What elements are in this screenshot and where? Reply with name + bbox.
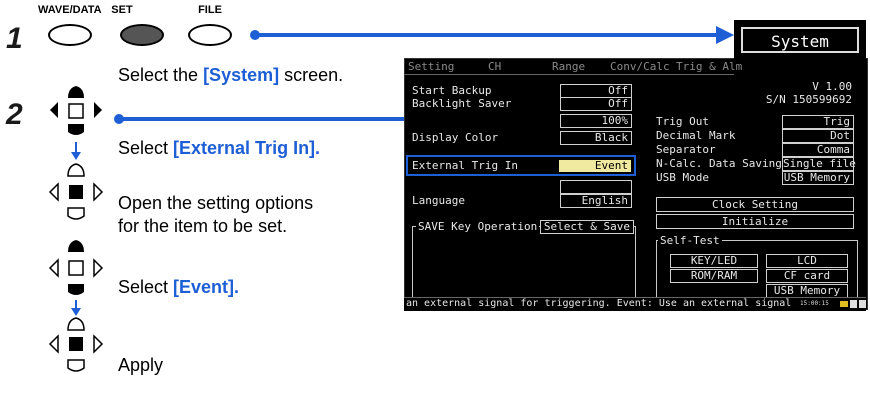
wave-data-key[interactable] bbox=[48, 24, 92, 46]
tab-conv-calc[interactable]: Conv/Calc bbox=[610, 60, 670, 73]
save-key-value[interactable]: Select & Save bbox=[540, 220, 634, 234]
system-highlight: [System] bbox=[203, 65, 280, 85]
status-time: 15:00:15 bbox=[800, 300, 829, 307]
dpad-icon-select-event bbox=[48, 240, 104, 295]
usb-icon bbox=[859, 300, 866, 308]
setting-value-language[interactable]: English bbox=[560, 194, 632, 208]
step-1-instruction-suffix: screen. bbox=[279, 65, 344, 85]
cf-card-icon bbox=[850, 300, 857, 308]
setting-value-display-color[interactable]: Black bbox=[560, 131, 632, 145]
step-1-instruction-prefix: Select the bbox=[118, 65, 204, 85]
system-label-box[interactable]: System bbox=[734, 20, 866, 60]
battery-icon bbox=[840, 301, 848, 307]
step-1-arrow-head bbox=[716, 26, 734, 44]
set-key-label: SET bbox=[111, 4, 133, 16]
step-2-arrow-start-dot bbox=[114, 114, 124, 124]
tab-ch[interactable]: CH bbox=[488, 60, 501, 73]
setting-label-start-backup: Start Backup bbox=[412, 84, 492, 97]
setting-label-separator: Separator bbox=[656, 143, 716, 156]
step-2-instruction-open-options-1: Open the setting options bbox=[118, 193, 314, 213]
external-trig-in-highlight: [External Trig In]. bbox=[173, 138, 321, 158]
self-test-label: Self-Test bbox=[658, 234, 722, 247]
self-test-cf-card-button[interactable]: CF card bbox=[766, 269, 848, 283]
step-1-number: 1 bbox=[6, 22, 23, 55]
setting-value-backlight-saver[interactable]: Off bbox=[560, 97, 632, 111]
dpad-icon-apply bbox=[48, 317, 104, 372]
setting-label-external-trig-in: External Trig In bbox=[412, 159, 518, 172]
initialize-button[interactable]: Initialize bbox=[656, 214, 854, 229]
tab-trig-alm[interactable]: Trig & Alm bbox=[676, 60, 742, 73]
file-key-label: FILE bbox=[198, 4, 222, 16]
setting-value-time-disp[interactable] bbox=[560, 180, 632, 194]
tab-range[interactable]: Range bbox=[552, 60, 585, 73]
instr-text: Select bbox=[118, 138, 174, 158]
status-bar: an external signal for triggering. Event… bbox=[404, 297, 866, 311]
file-key[interactable] bbox=[188, 24, 232, 46]
self-test-lcd-button[interactable]: LCD bbox=[766, 254, 848, 268]
setting-value-separator[interactable]: Comma bbox=[782, 143, 854, 157]
step-1-arrow-line bbox=[254, 33, 722, 37]
self-test-usb-memory-button[interactable]: USB Memory bbox=[766, 284, 848, 298]
system-label: System bbox=[771, 32, 829, 51]
status-text: an external signal for triggering. Event… bbox=[406, 298, 792, 309]
step-2-instruction-select-ext-trig: Select [External Trig In]. bbox=[118, 137, 320, 159]
step-2-instruction-apply: Apply bbox=[118, 355, 164, 375]
set-key[interactable] bbox=[120, 24, 164, 46]
tab-bar: Setting CH Range Conv/Calc Trig & Alm bbox=[404, 58, 742, 75]
arrow-down-icon bbox=[71, 300, 81, 316]
save-key-group bbox=[412, 226, 636, 298]
save-key-label: SAVE Key Operation bbox=[416, 220, 540, 233]
tab-setting[interactable]: Setting bbox=[408, 60, 454, 73]
setting-label-language: Language bbox=[412, 194, 465, 207]
step-1-instruction: Select the [System] screen. bbox=[118, 64, 343, 86]
arrow-down-icon bbox=[71, 142, 81, 160]
dpad-sequence-graphic bbox=[48, 86, 104, 372]
setting-value-start-backup[interactable]: Off bbox=[560, 84, 632, 98]
event-highlight: [Event]. bbox=[173, 277, 240, 297]
step-2-number: 2 bbox=[6, 98, 23, 131]
self-test-key-led-button[interactable]: KEY/LED bbox=[670, 254, 758, 268]
step-2-instruction-open-options-2: for the item to be set. bbox=[118, 216, 288, 236]
dpad-icon-open-options bbox=[48, 182, 104, 220]
self-test-rom-ram-button[interactable]: ROM/RAM bbox=[670, 269, 758, 283]
setting-label-decimal-mark: Decimal Mark bbox=[656, 129, 736, 142]
setting-label-backlight-saver: Backlight Saver bbox=[412, 97, 512, 110]
setting-label-trig-out: Trig Out bbox=[656, 115, 709, 128]
dpad-up-outline-icon bbox=[67, 163, 85, 177]
clock-setting-button[interactable]: Clock Setting bbox=[656, 197, 854, 212]
instr-text: Select bbox=[118, 277, 174, 297]
setting-value-external-trig-in[interactable]: Event bbox=[558, 159, 632, 173]
setting-value-brightness[interactable]: 100% bbox=[560, 114, 632, 128]
serial-text: S/N 150599692 bbox=[765, 93, 852, 106]
step-2-instruction-select-event: Select [Event]. bbox=[118, 276, 239, 298]
setting-value-decimal-mark[interactable]: Dot bbox=[782, 129, 854, 143]
setting-value-trig-out[interactable]: Trig bbox=[782, 115, 854, 129]
setting-label-n-calc-data-saving: N-Calc. Data Saving bbox=[656, 157, 782, 170]
wave-data-key-label: WAVE/DATA bbox=[38, 4, 102, 16]
dpad-icon-select-item bbox=[50, 86, 102, 135]
setting-value-n-calc-data-saving[interactable]: Single file bbox=[782, 157, 856, 171]
setting-value-usb-mode[interactable]: USB Memory bbox=[782, 171, 854, 185]
step-1-arrow-start-dot bbox=[250, 30, 260, 40]
setting-label-usb-mode: USB Mode bbox=[656, 171, 709, 184]
version-text: V 1.00 bbox=[812, 80, 852, 93]
setting-label-display-color: Display Color bbox=[412, 131, 499, 144]
